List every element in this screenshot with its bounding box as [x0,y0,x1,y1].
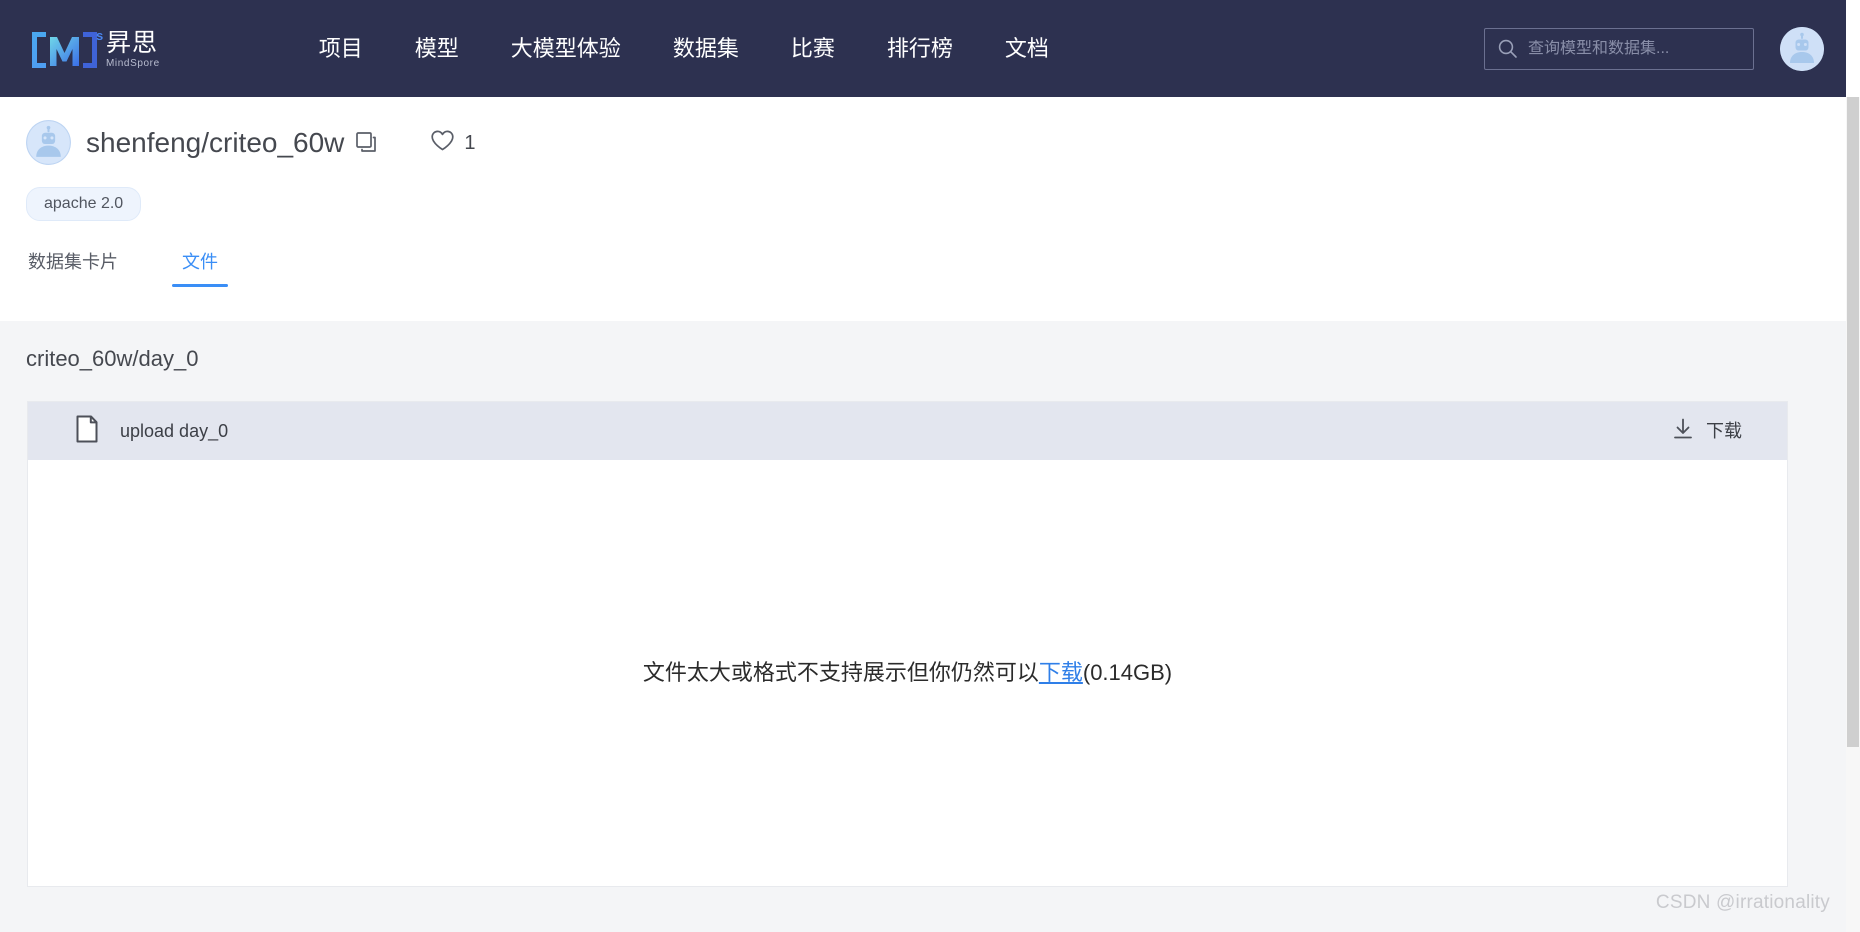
nav-item-projects[interactable]: 项目 [293,28,389,70]
nav-item-competitions[interactable]: 比赛 [765,28,861,70]
page-root: s 昇思 MindSpore 项目 模型 大模型体验 数据集 比赛 排行榜 文档 [0,0,1860,932]
preview-message-suffix: (0.14GB) [1082,660,1173,685]
preview-unavailable-message: 文件太大或格式不支持展示但你仍然可以下载(0.14GB) [643,659,1172,687]
repo-tabs: 数据集卡片 文件 [26,245,1846,287]
global-search-box[interactable] [1484,27,1754,70]
like-count: 1 [464,131,476,154]
license-badge[interactable]: apache 2.0 [26,187,142,221]
file-browser-card: upload day_0 下载 文件太大或格式不支持展示但你仍然可以下载(0.1… [27,401,1788,887]
mindspore-logo[interactable]: s 昇思 MindSpore [26,19,160,79]
copy-icon[interactable] [355,131,378,154]
search-icon [1497,38,1518,59]
logo-mark-icon: s [26,26,104,72]
nav-item-llm-experience[interactable]: 大模型体验 [485,28,647,70]
file-preview-body: 文件太大或格式不支持展示但你仍然可以下载(0.14GB) [28,460,1787,886]
main-nav-items: 项目 模型 大模型体验 数据集 比赛 排行榜 文档 [293,28,1075,70]
breadcrumb: criteo_60w/day_0 [26,346,199,371]
repo-title-row: shenfeng/criteo_60w 1 [26,97,1846,165]
download-label: 下载 [1706,421,1742,441]
owner-avatar[interactable] [26,120,71,165]
nav-item-datasets[interactable]: 数据集 [647,28,765,70]
nav-item-docs[interactable]: 文档 [979,28,1075,70]
top-navigation-bar: s 昇思 MindSpore 项目 模型 大模型体验 数据集 比赛 排行榜 文档 [0,0,1846,97]
repo-header-section: shenfeng/criteo_60w 1 apache 2.0 数据集卡片 文… [0,97,1846,321]
logo-name-en: MindSpore [106,57,160,69]
logo-name-cn: 昇思 [106,28,159,57]
tab-files[interactable]: 文件 [172,245,228,287]
file-name: upload day_0 [120,421,229,441]
vertical-scrollbar-track[interactable] [1846,97,1860,932]
nav-right-cluster [1484,0,1824,97]
nav-item-models[interactable]: 模型 [389,28,485,70]
file-row[interactable]: upload day_0 下载 [28,402,1787,460]
file-document-icon [75,415,99,448]
download-icon [1671,417,1695,446]
page-title: shenfeng/criteo_60w [86,126,345,158]
search-input[interactable] [1528,39,1741,58]
like-button[interactable]: 1 [430,129,476,157]
user-avatar[interactable] [1780,26,1824,71]
vertical-scrollbar-thumb[interactable] [1847,97,1859,747]
watermark-text: CSDN @irrationality [1655,892,1830,913]
heart-icon [430,129,455,157]
preview-message-prefix: 文件太大或格式不支持展示但你仍然可以 [642,660,1039,685]
preview-download-link[interactable]: 下载 [1039,660,1083,685]
file-row-left: upload day_0 [75,415,228,448]
content-area: criteo_60w/day_0 upload day_0 下载 文件太大或格式… [0,321,1846,932]
nav-item-leaderboard[interactable]: 排行榜 [861,28,979,70]
tab-dataset-card[interactable]: 数据集卡片 [26,245,120,287]
download-button[interactable]: 下载 [1671,417,1742,446]
svg-text:s: s [96,28,103,43]
